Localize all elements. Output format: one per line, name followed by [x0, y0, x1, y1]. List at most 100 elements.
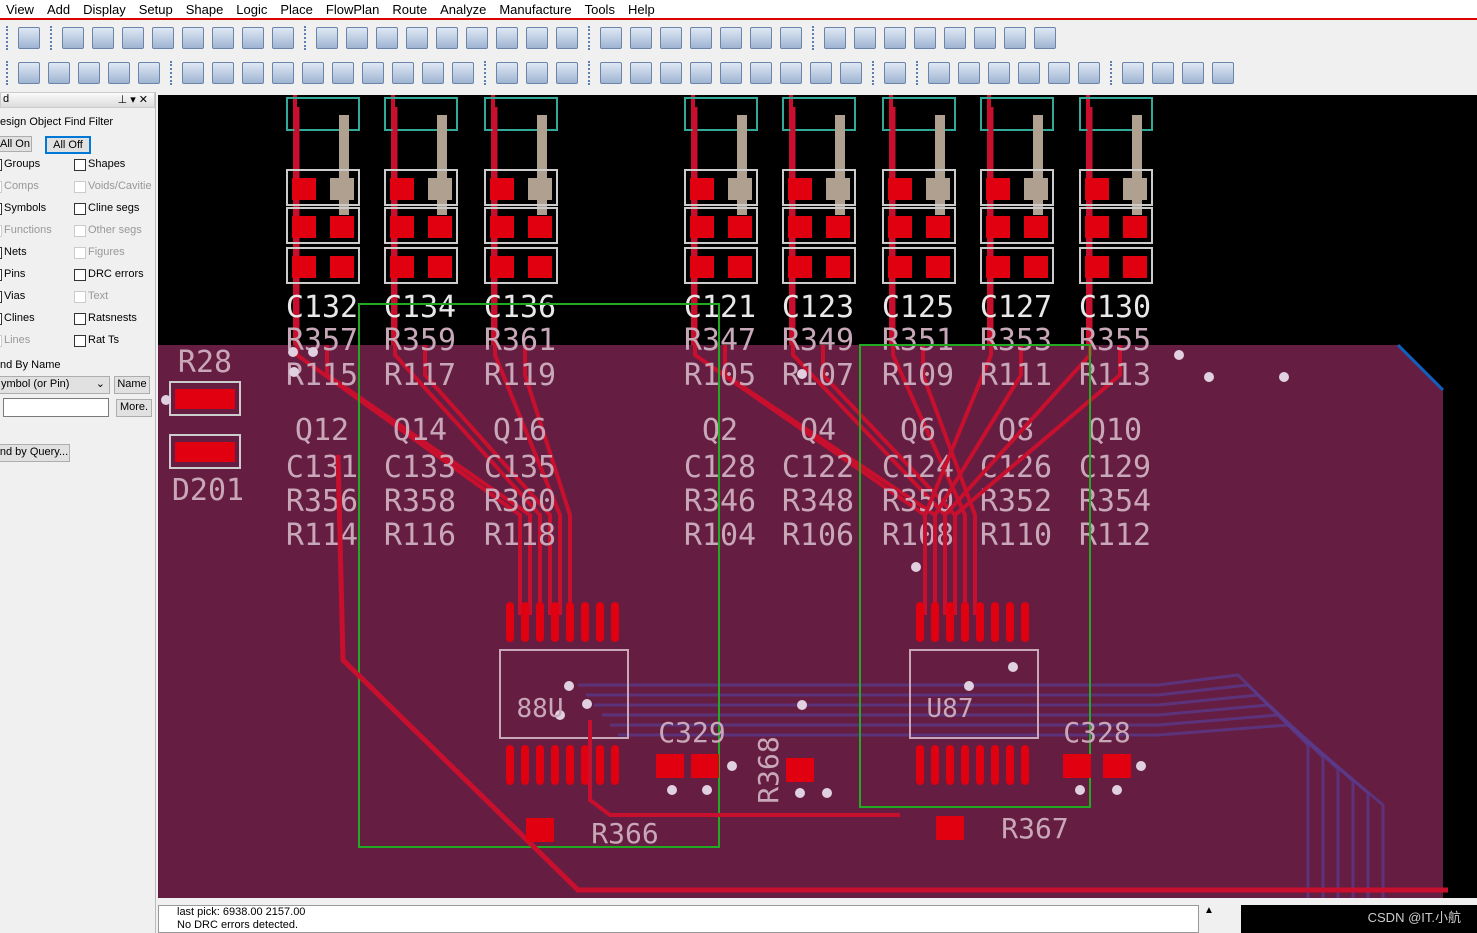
- toolbar-button-icon[interactable]: [720, 62, 742, 84]
- toolbar-button-icon[interactable]: [376, 27, 398, 49]
- toolbar-button-icon[interactable]: [944, 27, 966, 49]
- all-off-button[interactable]: All Off: [45, 136, 91, 154]
- toolbar-button-icon[interactable]: [92, 27, 114, 49]
- checkbox-comps[interactable]: [0, 181, 2, 193]
- toolbar-button-icon[interactable]: [422, 62, 444, 84]
- toolbar-button-icon[interactable]: [690, 27, 712, 49]
- toolbar-button-icon[interactable]: [212, 27, 234, 49]
- toolbar-button-icon[interactable]: [1182, 62, 1204, 84]
- toolbar-button-icon[interactable]: [1048, 62, 1070, 84]
- pcb-drawing[interactable]: C132R357R115Q12C131R356R114C134R359R117Q…: [158, 95, 1477, 898]
- checkbox-voids-cavitie[interactable]: [74, 181, 86, 193]
- checkbox-shapes[interactable]: [74, 159, 86, 171]
- checkbox-cline-segs[interactable]: [74, 203, 86, 215]
- menu-view[interactable]: View: [0, 0, 41, 18]
- toolbar-button-icon[interactable]: [780, 62, 802, 84]
- checkbox-rat-ts[interactable]: [74, 335, 86, 347]
- menu-shape[interactable]: Shape: [180, 0, 231, 18]
- toolbar-button-icon[interactable]: [660, 27, 682, 49]
- toolbar-button-icon[interactable]: [18, 27, 40, 49]
- toolbar-button-icon[interactable]: [690, 62, 712, 84]
- toolbar-button-icon[interactable]: [1078, 62, 1100, 84]
- menu-help[interactable]: Help: [622, 0, 662, 18]
- toolbar-button-icon[interactable]: [526, 62, 548, 84]
- toolbar-button-icon[interactable]: [108, 62, 130, 84]
- toolbar-button-icon[interactable]: [824, 27, 846, 49]
- name-input[interactable]: [3, 398, 109, 417]
- toolbar-button-icon[interactable]: [1004, 27, 1026, 49]
- pcb-canvas[interactable]: C132 R357 R115 Q12 C131 R356 R114 C134 R359 R117 Q…: [158, 95, 1477, 898]
- checkbox-text[interactable]: [74, 291, 86, 303]
- toolbar-button-icon[interactable]: [332, 62, 354, 84]
- toolbar-button-icon[interactable]: [1034, 27, 1056, 49]
- toolbar-button-icon[interactable]: [316, 27, 338, 49]
- menu-place[interactable]: Place: [274, 0, 320, 18]
- checkbox-ratsnests[interactable]: [74, 313, 86, 325]
- toolbar-button-icon[interactable]: [1122, 62, 1144, 84]
- menu-route[interactable]: Route: [386, 0, 434, 18]
- toolbar-button-icon[interactable]: [466, 27, 488, 49]
- toolbar-button-icon[interactable]: [988, 62, 1010, 84]
- checkbox-nets[interactable]: [0, 247, 2, 259]
- status-scroll-up-icon[interactable]: ▲: [1201, 905, 1217, 933]
- toolbar-button-icon[interactable]: [630, 62, 652, 84]
- toolbar-button-icon[interactable]: [496, 27, 518, 49]
- find-by-query-button[interactable]: nd by Query...: [0, 444, 70, 462]
- toolbar-button-icon[interactable]: [958, 62, 980, 84]
- toolbar-button-icon[interactable]: [928, 62, 950, 84]
- toolbar-button-icon[interactable]: [272, 27, 294, 49]
- checkbox-vias[interactable]: [0, 291, 2, 303]
- toolbar-button-icon[interactable]: [526, 27, 548, 49]
- toolbar-button-icon[interactable]: [556, 62, 578, 84]
- toolbar-button-icon[interactable]: [556, 27, 578, 49]
- toolbar-button-icon[interactable]: [212, 62, 234, 84]
- toolbar-button-icon[interactable]: [362, 62, 384, 84]
- toolbar-button-icon[interactable]: [406, 27, 428, 49]
- toolbar-button-icon[interactable]: [182, 27, 204, 49]
- checkbox-symbols[interactable]: [0, 203, 2, 215]
- checkbox-other-segs[interactable]: [74, 225, 86, 237]
- menu-manufacture[interactable]: Manufacture: [493, 0, 578, 18]
- toolbar-button-icon[interactable]: [452, 62, 474, 84]
- toolbar-button-icon[interactable]: [1212, 62, 1234, 84]
- toolbar-button-icon[interactable]: [600, 62, 622, 84]
- toolbar-button-icon[interactable]: [974, 27, 996, 49]
- toolbar-button-icon[interactable]: [810, 62, 832, 84]
- toolbar-button-icon[interactable]: [720, 27, 742, 49]
- toolbar-button-icon[interactable]: [914, 27, 936, 49]
- checkbox-figures[interactable]: [74, 247, 86, 259]
- toolbar-button-icon[interactable]: [630, 27, 652, 49]
- toolbar-button-icon[interactable]: [496, 62, 518, 84]
- menu-logic[interactable]: Logic: [230, 0, 274, 18]
- toolbar-button-icon[interactable]: [152, 27, 174, 49]
- checkbox-groups[interactable]: [0, 159, 2, 171]
- menu-tools[interactable]: Tools: [579, 0, 622, 18]
- checkbox-clines[interactable]: [0, 313, 2, 325]
- all-on-button[interactable]: All On: [0, 136, 32, 152]
- toolbar-button-icon[interactable]: [884, 27, 906, 49]
- menu-setup[interactable]: Setup: [133, 0, 180, 18]
- toolbar-button-icon[interactable]: [780, 27, 802, 49]
- toolbar-button-icon[interactable]: [242, 62, 264, 84]
- toolbar-button-icon[interactable]: [18, 62, 40, 84]
- toolbar-button-icon[interactable]: [346, 27, 368, 49]
- toolbar-button-icon[interactable]: [392, 62, 414, 84]
- toolbar-button-icon[interactable]: [1018, 62, 1040, 84]
- toolbar-button-icon[interactable]: [62, 27, 84, 49]
- menu-flowplan[interactable]: FlowPlan: [320, 0, 386, 18]
- toolbar-button-icon[interactable]: [660, 62, 682, 84]
- toolbar-button-icon[interactable]: [436, 27, 458, 49]
- checkbox-drc-errors[interactable]: [74, 269, 86, 281]
- toolbar-button-icon[interactable]: [302, 62, 324, 84]
- menu-display[interactable]: Display: [77, 0, 133, 18]
- toolbar-button-icon[interactable]: [48, 62, 70, 84]
- toolbar-button-icon[interactable]: [750, 27, 772, 49]
- toolbar-button-icon[interactable]: [884, 62, 906, 84]
- checkbox-pins[interactable]: [0, 269, 2, 281]
- menu-add[interactable]: Add: [41, 0, 77, 18]
- checkbox-functions[interactable]: [0, 225, 2, 237]
- toolbar-button-icon[interactable]: [272, 62, 294, 84]
- menu-analyze[interactable]: Analyze: [434, 0, 493, 18]
- panel-pin-close-icon[interactable]: ⊥ ▾ ✕: [118, 93, 148, 106]
- toolbar-button-icon[interactable]: [854, 27, 876, 49]
